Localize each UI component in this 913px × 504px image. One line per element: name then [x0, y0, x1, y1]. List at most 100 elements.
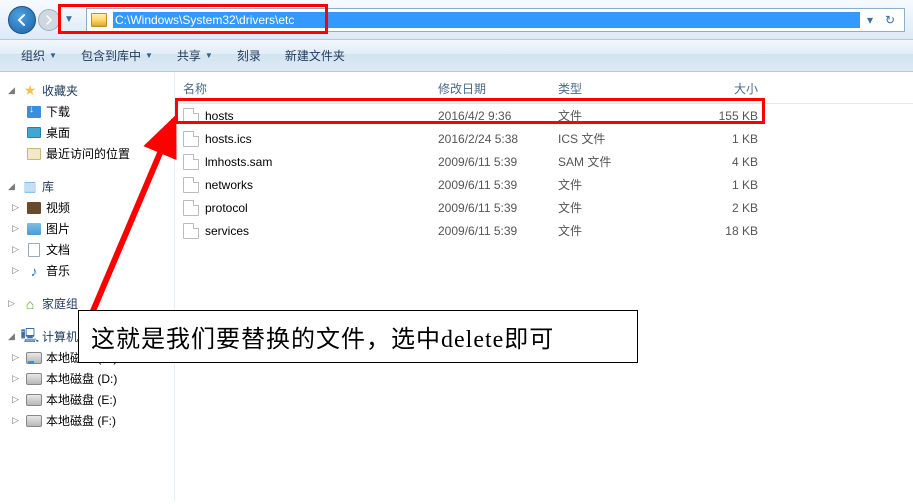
- nav-back-button[interactable]: [8, 6, 36, 34]
- address-area: ▼ C:\Windows\System32\drivers\etc ▾ ↻: [0, 0, 913, 40]
- expand-icon: ▷: [12, 394, 22, 405]
- file-icon: [183, 200, 199, 216]
- file-row[interactable]: networks2009/6/11 5:39文件1 KB: [175, 173, 913, 196]
- expand-icon: ▷: [12, 265, 22, 276]
- expand-icon: ▷: [12, 202, 22, 213]
- sidebar-item-recent[interactable]: 最近访问的位置: [4, 143, 170, 164]
- file-list: 名称 修改日期 类型 大小 hosts2016/4/2 9:36文件155 KB…: [175, 72, 913, 501]
- file-row[interactable]: lmhosts.sam2009/6/11 5:39SAM 文件4 KB: [175, 150, 913, 173]
- file-icon: [183, 108, 199, 124]
- document-icon: [28, 243, 40, 257]
- sidebar-item-disk-f[interactable]: ▷本地磁盘 (F:): [4, 410, 170, 431]
- column-size[interactable]: 大小: [668, 80, 758, 97]
- collapse-icon: ◢: [8, 85, 18, 96]
- music-icon: ♪: [26, 263, 42, 279]
- refresh-icon[interactable]: ↻: [880, 13, 900, 27]
- file-type: SAM 文件: [558, 153, 668, 170]
- address-path: C:\Windows\System32\drivers\etc: [113, 12, 860, 28]
- expand-icon: ▷: [12, 244, 22, 255]
- file-size: 2 KB: [668, 201, 758, 215]
- file-date: 2009/6/11 5:39: [438, 224, 558, 238]
- disk-icon: [26, 352, 42, 364]
- file-date: 2009/6/11 5:39: [438, 201, 558, 215]
- sidebar-item-music[interactable]: ▷♪音乐: [4, 260, 170, 281]
- navigation-pane: ◢ ★ 收藏夹 下载 桌面 最近访问的位置 ◢ ▥ 库 ▷视频 ▷图片 ▷文档 …: [0, 72, 175, 501]
- expand-icon: ▷: [12, 415, 22, 426]
- file-type: 文件: [558, 107, 668, 124]
- file-date: 2009/6/11 5:39: [438, 178, 558, 192]
- file-row[interactable]: hosts2016/4/2 9:36文件155 KB: [175, 104, 913, 127]
- new-folder-button[interactable]: 新建文件夹: [274, 42, 356, 69]
- file-size: 4 KB: [668, 155, 758, 169]
- column-name[interactable]: 名称: [183, 80, 438, 97]
- file-type: ICS 文件: [558, 130, 668, 147]
- file-size: 1 KB: [668, 178, 758, 192]
- folder-icon: [91, 13, 107, 27]
- annotation-text: 这就是我们要替换的文件，选中delete即可: [78, 310, 638, 363]
- file-name: hosts: [205, 109, 438, 123]
- file-row[interactable]: services2009/6/11 5:39文件18 KB: [175, 219, 913, 242]
- chevron-down-icon: ▼: [145, 51, 153, 60]
- file-icon: [183, 154, 199, 170]
- file-date: 2009/6/11 5:39: [438, 155, 558, 169]
- file-icon: [183, 131, 199, 147]
- library-icon: ▥: [22, 179, 38, 195]
- expand-icon: ▷: [12, 352, 22, 363]
- file-date: 2016/4/2 9:36: [438, 109, 558, 123]
- collapse-icon: ◢: [8, 331, 18, 342]
- sidebar-item-pictures[interactable]: ▷图片: [4, 218, 170, 239]
- homegroup-icon: ⌂: [22, 296, 38, 312]
- burn-button[interactable]: 刻录: [226, 42, 272, 69]
- sidebar-item-disk-d[interactable]: ▷本地磁盘 (D:): [4, 368, 170, 389]
- sidebar-item-documents[interactable]: ▷文档: [4, 239, 170, 260]
- address-dropdown-icon[interactable]: ▾: [860, 13, 880, 27]
- file-type: 文件: [558, 222, 668, 239]
- expand-icon: ▷: [8, 298, 18, 309]
- column-date[interactable]: 修改日期: [438, 80, 558, 97]
- file-size: 155 KB: [668, 109, 758, 123]
- include-in-library-button[interactable]: 包含到库中▼: [70, 42, 164, 69]
- main-area: ◢ ★ 收藏夹 下载 桌面 最近访问的位置 ◢ ▥ 库 ▷视频 ▷图片 ▷文档 …: [0, 72, 913, 501]
- file-name: protocol: [205, 201, 438, 215]
- collapse-icon: ◢: [8, 181, 18, 192]
- file-name: services: [205, 224, 438, 238]
- file-size: 18 KB: [668, 224, 758, 238]
- file-row[interactable]: protocol2009/6/11 5:39文件2 KB: [175, 196, 913, 219]
- file-size: 1 KB: [668, 132, 758, 146]
- file-name: lmhosts.sam: [205, 155, 438, 169]
- address-bar[interactable]: C:\Windows\System32\drivers\etc ▾ ↻: [86, 8, 905, 32]
- file-row[interactable]: hosts.ics2016/2/24 5:38ICS 文件1 KB: [175, 127, 913, 150]
- desktop-icon: [27, 127, 41, 138]
- column-headers[interactable]: 名称 修改日期 类型 大小: [175, 76, 913, 104]
- recent-icon: [27, 148, 41, 160]
- chevron-down-icon: ▼: [205, 51, 213, 60]
- expand-icon: ▷: [12, 373, 22, 384]
- toolbar: 组织▼ 包含到库中▼ 共享▼ 刻录 新建文件夹: [0, 40, 913, 72]
- column-type[interactable]: 类型: [558, 80, 668, 97]
- file-type: 文件: [558, 176, 668, 193]
- expand-icon: ▷: [12, 223, 22, 234]
- video-icon: [27, 202, 41, 214]
- star-icon: ★: [22, 83, 38, 99]
- file-name: hosts.ics: [205, 132, 438, 146]
- libraries-group[interactable]: ◢ ▥ 库: [4, 176, 170, 197]
- sidebar-item-videos[interactable]: ▷视频: [4, 197, 170, 218]
- disk-icon: [26, 394, 42, 406]
- sidebar-item-desktop[interactable]: 桌面: [4, 122, 170, 143]
- favorites-group[interactable]: ◢ ★ 收藏夹: [4, 80, 170, 101]
- file-name: networks: [205, 178, 438, 192]
- picture-icon: [27, 223, 41, 235]
- nav-history-dropdown[interactable]: ▼: [64, 14, 76, 25]
- computer-icon: 🖳: [22, 329, 38, 345]
- file-icon: [183, 177, 199, 193]
- sidebar-item-disk-e[interactable]: ▷本地磁盘 (E:): [4, 389, 170, 410]
- download-icon: [27, 106, 41, 118]
- disk-icon: [26, 373, 42, 385]
- sidebar-item-downloads[interactable]: 下载: [4, 101, 170, 122]
- disk-icon: [26, 415, 42, 427]
- file-date: 2016/2/24 5:38: [438, 132, 558, 146]
- share-button[interactable]: 共享▼: [166, 42, 224, 69]
- file-type: 文件: [558, 199, 668, 216]
- organize-button[interactable]: 组织▼: [10, 42, 68, 69]
- nav-forward-button[interactable]: [38, 9, 60, 31]
